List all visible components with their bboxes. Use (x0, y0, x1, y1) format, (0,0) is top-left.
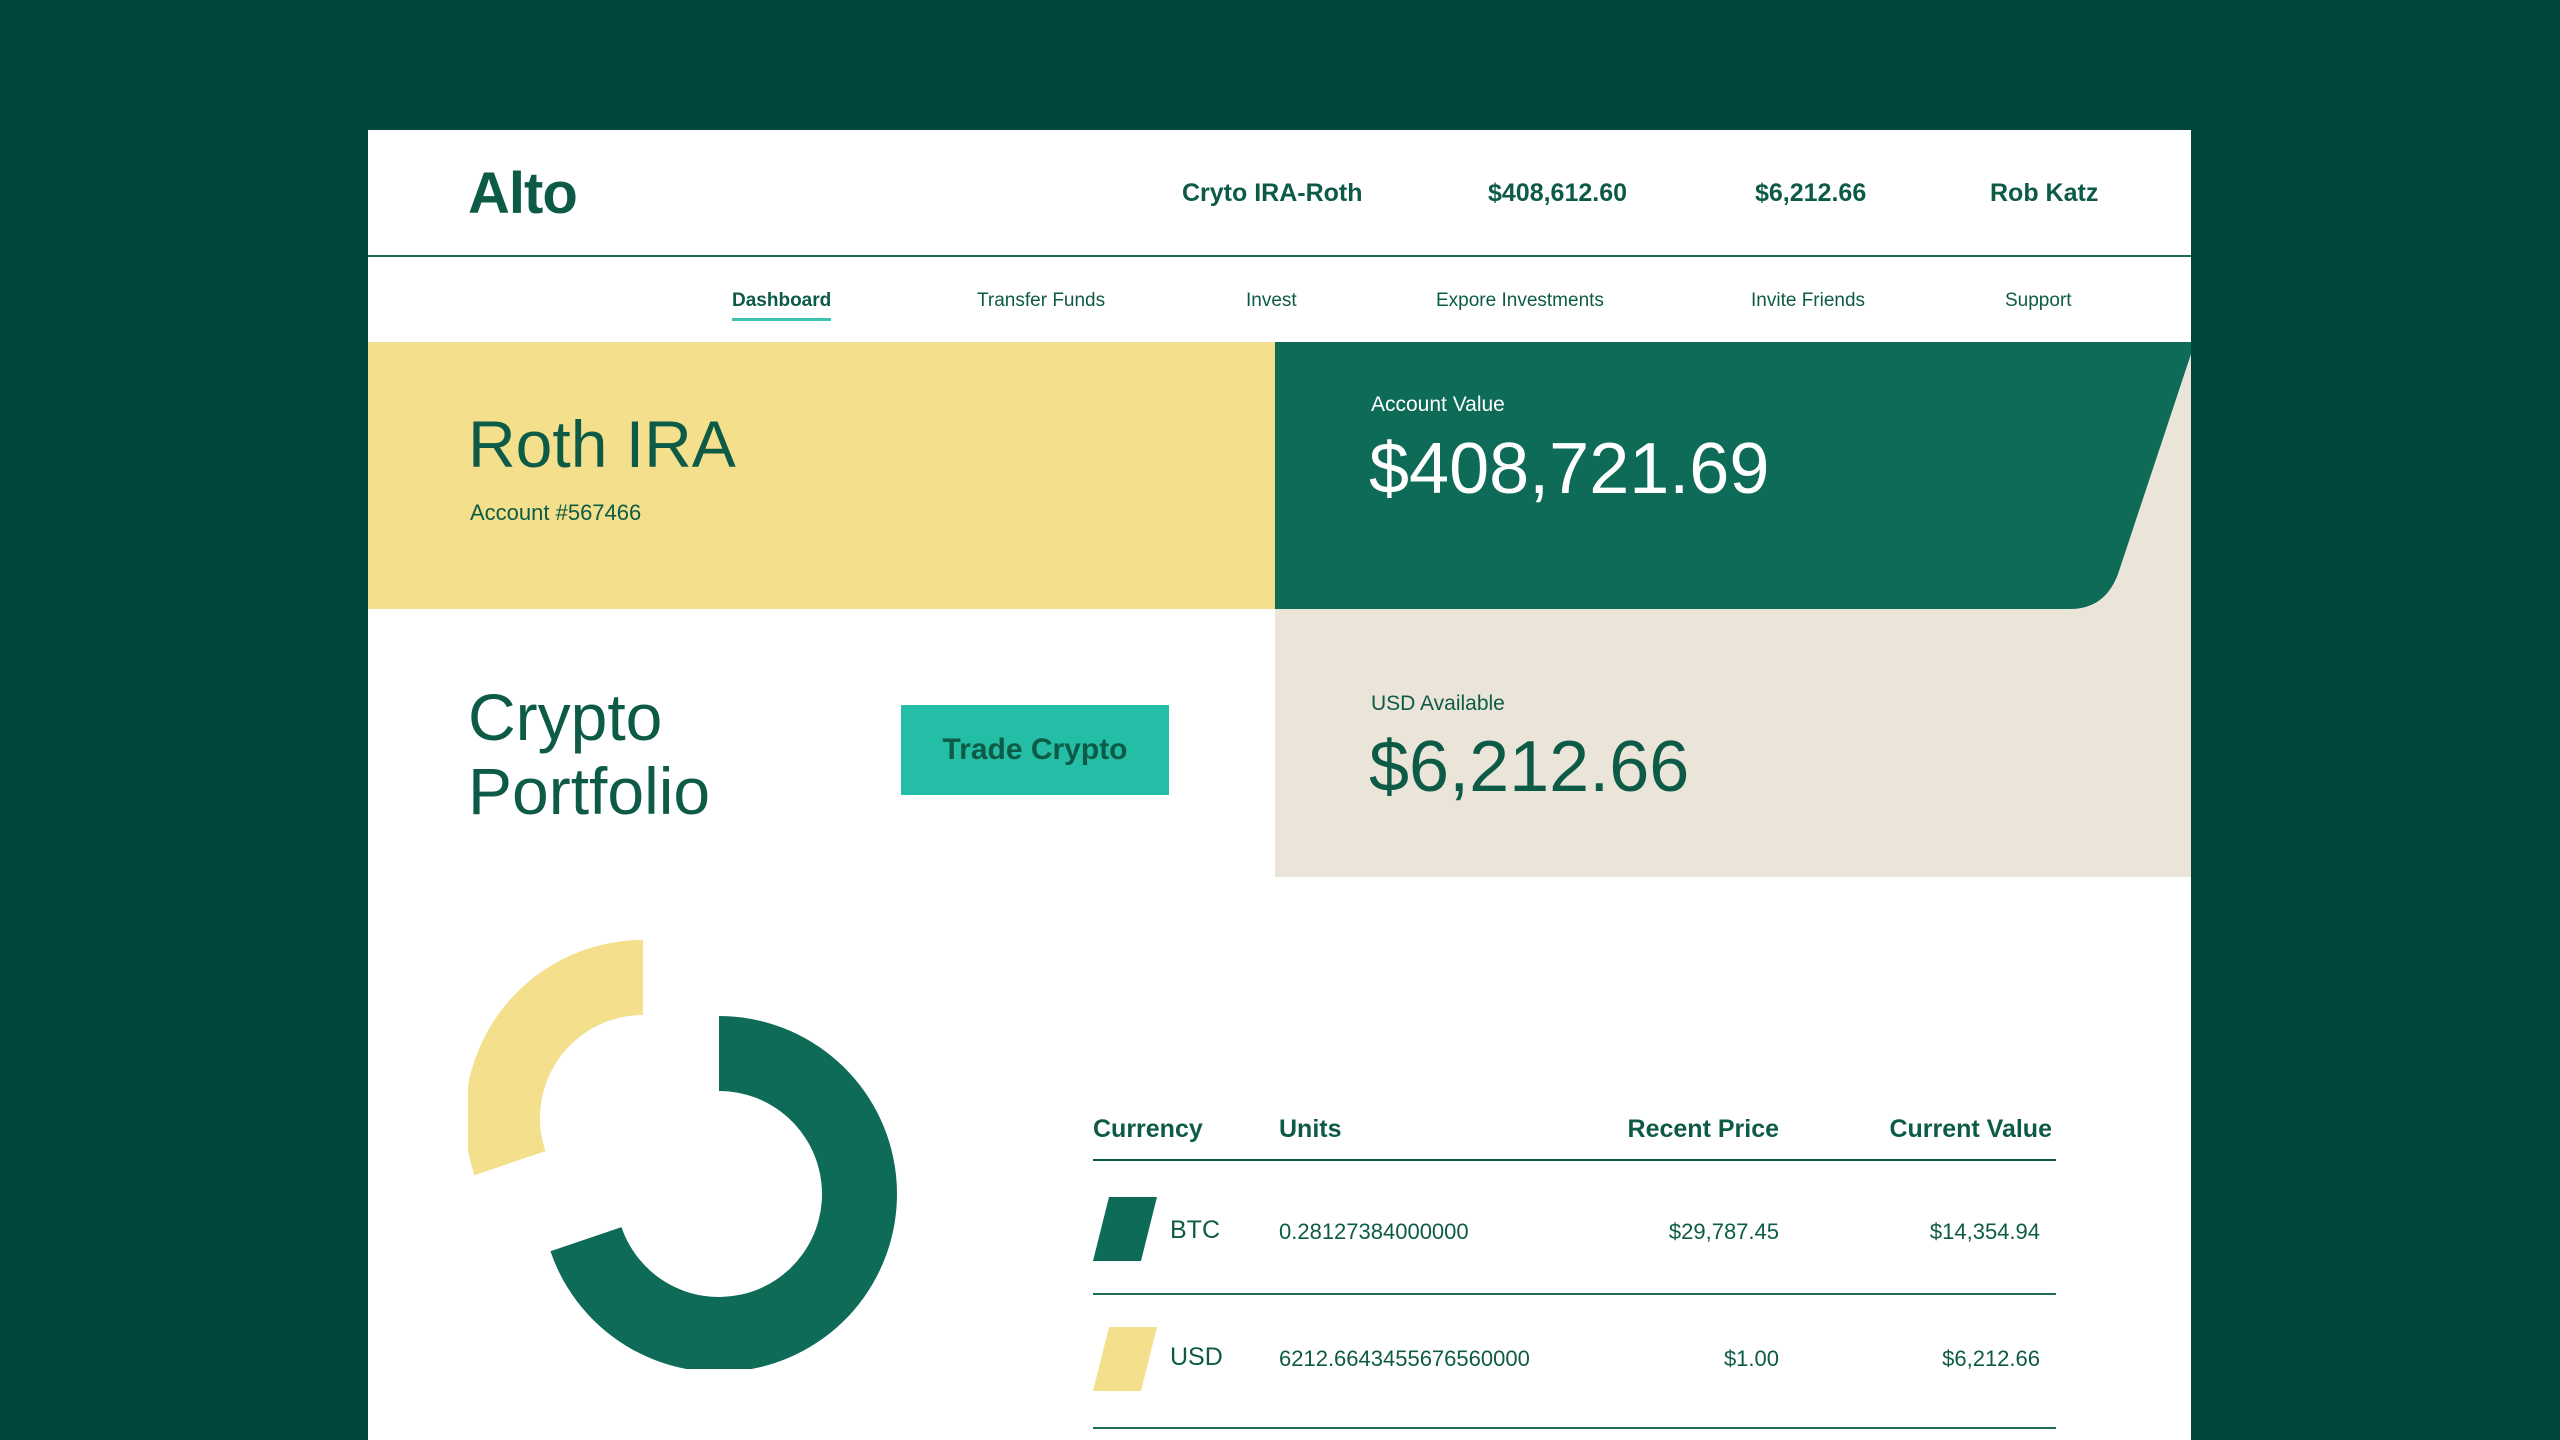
usd-swatch-icon (1093, 1327, 1157, 1391)
account-value-label: Account Value (1371, 393, 1505, 416)
col-header-recent-price: Recent Price (1627, 1115, 1779, 1143)
app-window: Alto Cryto IRA-Roth $408,612.60 $6,212.6… (368, 130, 2191, 1440)
header-divider (1093, 1159, 2056, 1161)
usd-available-label: USD Available (1371, 692, 1505, 715)
row-units: 6212.6643455676560000 (1279, 1346, 1530, 1371)
nav-support[interactable]: Support (2005, 290, 2072, 312)
col-header-current-value: Current Value (1889, 1115, 2052, 1143)
row-currency: USD (1170, 1343, 1223, 1371)
donut-slice-usd (468, 940, 643, 1176)
col-header-currency: Currency (1093, 1115, 1203, 1143)
row-recent-price: $1.00 (1723, 1346, 1779, 1371)
account-value: $408,721.69 (1369, 429, 1770, 509)
row-current-value: $6,212.66 (1942, 1346, 2040, 1371)
donut-slice-btc (550, 1016, 897, 1369)
account-title: Roth IRA (468, 407, 736, 481)
account-title-panel: Roth IRA Account #567466 (368, 342, 1275, 609)
row-current-value: $14,354.94 (1929, 1219, 2040, 1244)
row-currency: BTC (1170, 1216, 1220, 1244)
btc-swatch-icon (1093, 1197, 1157, 1261)
row-divider (1093, 1293, 2056, 1295)
portfolio-title: Crypto Portfolio (468, 680, 798, 828)
alto-logo[interactable]: Alto (468, 160, 578, 227)
usd-available-value: $6,212.66 (1369, 727, 1690, 807)
nav-invite-friends[interactable]: Invite Friends (1751, 290, 1865, 312)
header-user-name[interactable]: Rob Katz (1990, 179, 2098, 208)
header-total-value: $408,612.60 (1488, 179, 1628, 207)
header-account-name[interactable]: Cryto IRA-Roth (1182, 179, 1363, 208)
row-recent-price: $29,787.45 (1668, 1219, 1779, 1244)
allocation-donut-chart (468, 940, 897, 1369)
nav-invest[interactable]: Invest (1246, 290, 1297, 312)
nav-explore-investments[interactable]: Expore Investments (1436, 290, 1604, 312)
top-header: Alto Cryto IRA-Roth $408,612.60 $6,212.6… (368, 130, 2191, 257)
col-header-units: Units (1279, 1115, 1342, 1143)
nav-dashboard[interactable]: Dashboard (732, 290, 832, 321)
portfolio-title-line1: Crypto (468, 680, 663, 754)
account-number: Account #567466 (470, 500, 642, 525)
trade-crypto-button[interactable]: Trade Crypto (901, 705, 1169, 795)
header-usd-value: $6,212.66 (1755, 179, 1867, 207)
row-divider (1093, 1427, 2056, 1429)
row-units: 0.28127384000000 (1279, 1219, 1469, 1244)
portfolio-title-line2: Portfolio (468, 754, 711, 828)
nav-transfer-funds[interactable]: Transfer Funds (977, 290, 1105, 312)
